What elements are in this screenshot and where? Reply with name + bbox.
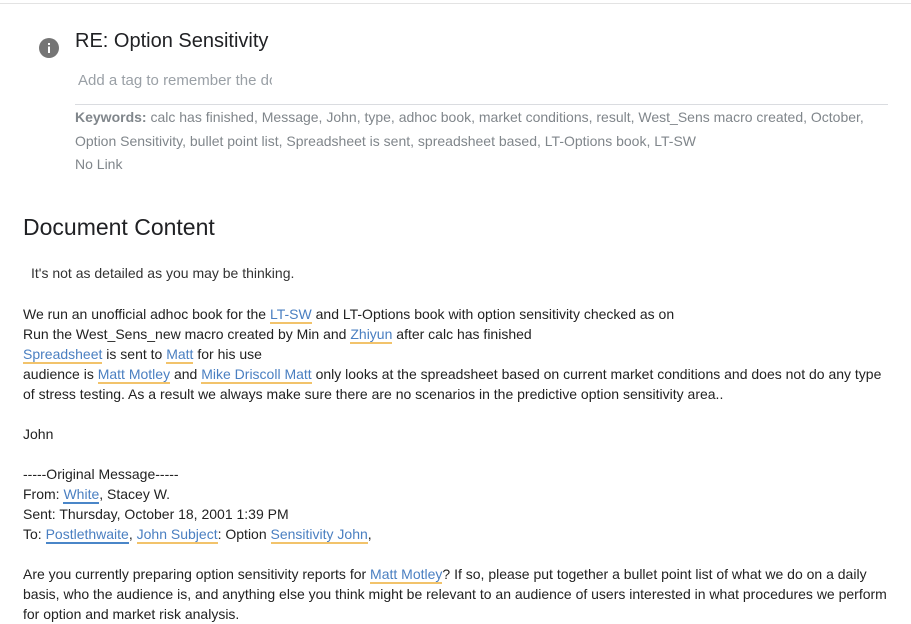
entity-link[interactable]: LT-SW — [269, 306, 312, 324]
original-message-header: -----Original Message----- — [23, 466, 179, 482]
body-line: audience is Matt Motley and Mike Driscol… — [23, 366, 882, 402]
body-line: Spreadsheet is sent to Matt for his use — [23, 346, 262, 364]
document-content-heading: Document Content — [23, 214, 215, 240]
entity-link[interactable]: Mike Driscoll Matt — [201, 366, 312, 384]
body-line: We run an unofficial adhoc book for the … — [23, 306, 675, 324]
entity-link[interactable]: Sensitivity John — [270, 526, 368, 544]
entity-link[interactable]: Postlethwaite — [45, 526, 129, 544]
entity-link[interactable]: Spreadsheet — [23, 346, 103, 364]
tag-input[interactable] — [75, 66, 275, 94]
to-line: To: Postlethwaite, John Subject: Option … — [23, 526, 372, 544]
question-paragraph: Are you currently preparing option sensi… — [23, 566, 887, 622]
keywords: Keywords: calc has finished, Message, Jo… — [75, 105, 890, 153]
no-link-text: No Link — [75, 156, 123, 172]
entity-link[interactable]: John Subject — [136, 526, 218, 544]
info-icon[interactable] — [39, 38, 59, 58]
signature: John — [23, 426, 54, 442]
keywords-text: calc has finished, Message, John, type, … — [75, 109, 864, 149]
entity-link[interactable]: Matt Motley — [370, 566, 443, 584]
sent-line: Sent: Thursday, October 18, 2001 1:39 PM — [23, 506, 289, 522]
document-body: We run an unofficial adhoc book for the … — [23, 304, 893, 624]
email-title: RE: Option Sensitivity — [75, 30, 269, 52]
entity-link[interactable]: Matt Motley — [97, 366, 171, 384]
entity-link[interactable]: Zhiyun — [350, 326, 393, 344]
intro-text: It's not as detailed as you may be think… — [31, 265, 295, 281]
entity-link[interactable]: White — [63, 486, 100, 504]
keywords-label: Keywords: — [75, 109, 147, 125]
top-bar — [0, 0, 911, 4]
entity-link[interactable]: Matt — [166, 346, 194, 364]
body-line: Run the West_Sens_new macro created by M… — [23, 326, 532, 344]
from-line: From: White, Stacey W. — [23, 486, 171, 504]
